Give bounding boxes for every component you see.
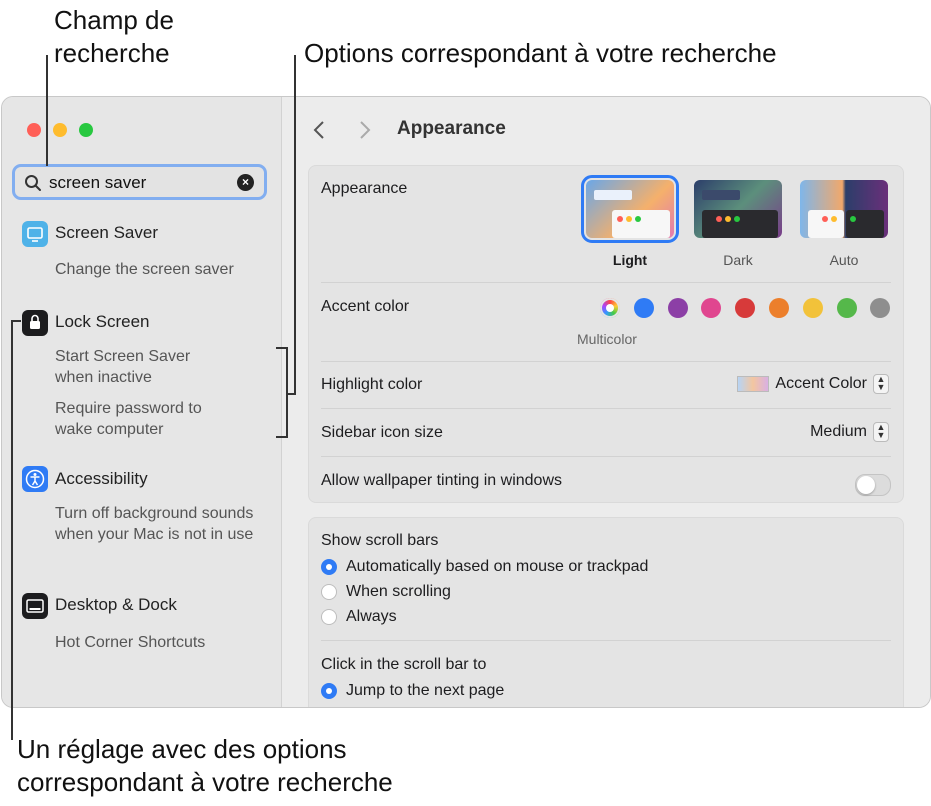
- callout-setting-with-options: Un réglage avec des options correspondan…: [17, 734, 393, 797]
- bracket-top: [276, 347, 288, 349]
- wallpaper-tinting-label: Allow wallpaper tinting in windows: [321, 472, 563, 489]
- chevron-updown-icon: ▲ ▼: [873, 374, 889, 394]
- accent-blue-swatch[interactable]: [634, 298, 654, 318]
- highlight-color-swatch: [737, 376, 770, 392]
- search-input[interactable]: screen saver: [49, 173, 146, 193]
- clear-search-icon[interactable]: ×: [237, 174, 254, 191]
- sidebar-icon-size-popup[interactable]: Medium ▲ ▼: [810, 422, 889, 442]
- accent-pink-swatch[interactable]: [701, 298, 721, 318]
- search-icon: [25, 175, 41, 191]
- leader-setting-tick: [11, 320, 21, 322]
- bracket-matching-options: [286, 347, 288, 437]
- desktop-dock-icon: [22, 593, 48, 619]
- jump-next-page-label: Jump to the next page: [346, 682, 505, 699]
- bracket-bottom: [276, 436, 288, 438]
- back-icon[interactable]: [312, 119, 326, 148]
- highlight-color-value: Accent Color: [775, 375, 867, 393]
- accent-multicolor-swatch[interactable]: [600, 298, 620, 318]
- search-field[interactable]: screen saver ×: [12, 164, 267, 200]
- page-title: Appearance: [397, 118, 506, 139]
- option-change-screen-saver[interactable]: Change the screen saver: [55, 259, 270, 280]
- divider: [321, 361, 891, 362]
- radio-scroll-always[interactable]: [321, 609, 337, 625]
- divider: [321, 408, 891, 409]
- accent-yellow-swatch[interactable]: [803, 298, 823, 318]
- appearance-auto-label: Auto: [829, 252, 859, 268]
- sidebar: screen saver × Screen Saver Change the s…: [2, 97, 282, 707]
- accent-red-swatch[interactable]: [735, 298, 755, 318]
- radio-jump-next-page[interactable]: [321, 683, 337, 699]
- leader-search-field: [46, 55, 48, 166]
- option-turn-off-background-sounds[interactable]: Turn off background sounds when your Mac…: [55, 503, 260, 545]
- accent-purple-swatch[interactable]: [668, 298, 688, 318]
- screen-saver-icon: [22, 221, 48, 247]
- accessibility-icon: [22, 466, 48, 492]
- divider: [321, 456, 891, 457]
- appearance-light-thumbnail[interactable]: [581, 175, 679, 243]
- radio-scroll-when-scrolling[interactable]: [321, 584, 337, 600]
- accent-graphite-swatch[interactable]: [870, 298, 890, 318]
- appearance-dark-label: Dark: [723, 252, 753, 268]
- divider: [321, 282, 891, 283]
- sidebar-icon-size-label: Sidebar icon size: [321, 424, 443, 441]
- lock-icon: [22, 310, 48, 336]
- main-pane: Appearance Appearance Light Dark Auto Ac…: [282, 97, 930, 707]
- accent-color-label: Accent color: [321, 298, 410, 315]
- wallpaper-tinting-toggle[interactable]: [855, 474, 891, 496]
- scroll-auto-label: Automatically based on mouse or trackpad: [346, 558, 649, 575]
- callout-matching-options: Options correspondant à votre recherche: [304, 38, 777, 68]
- leader-setting-with-options: [11, 320, 13, 740]
- sidebar-item-accessibility[interactable]: Accessibility: [55, 469, 148, 489]
- highlight-color-label: Highlight color: [321, 376, 423, 393]
- scroll-bars-card: Show scroll bars Automatically based on …: [308, 517, 904, 707]
- appearance-auto-thumbnail[interactable]: [800, 180, 888, 238]
- scroll-when-scrolling-label: When scrolling: [346, 583, 451, 600]
- radio-scroll-auto[interactable]: [321, 559, 337, 575]
- appearance-card: Appearance Light Dark Auto Accent color …: [308, 165, 904, 503]
- appearance-dark-thumbnail[interactable]: [694, 180, 782, 238]
- sidebar-item-lock-screen[interactable]: Lock Screen: [55, 312, 150, 332]
- toggle-knob: [857, 476, 875, 494]
- scroll-always-label: Always: [346, 608, 397, 625]
- accent-green-swatch[interactable]: [837, 298, 857, 318]
- accent-orange-swatch[interactable]: [769, 298, 789, 318]
- appearance-light-label: Light: [612, 252, 648, 268]
- forward-icon[interactable]: [358, 119, 372, 148]
- highlight-color-popup[interactable]: Accent Color ▲ ▼: [737, 374, 889, 394]
- close-button[interactable]: [27, 123, 41, 137]
- zoom-button[interactable]: [79, 123, 93, 137]
- sidebar-item-desktop-dock[interactable]: Desktop & Dock: [55, 595, 177, 615]
- settings-window: screen saver × Screen Saver Change the s…: [1, 96, 931, 708]
- divider: [321, 640, 891, 641]
- option-start-screen-saver[interactable]: Start Screen Saver when inactive: [55, 346, 215, 388]
- callout-search-field: Champ de recherche: [54, 5, 174, 68]
- minimize-button[interactable]: [53, 123, 67, 137]
- sidebar-item-screen-saver[interactable]: Screen Saver: [55, 223, 158, 243]
- chevron-updown-icon: ▲ ▼: [873, 422, 889, 442]
- option-hot-corner-shortcuts[interactable]: Hot Corner Shortcuts: [55, 632, 270, 653]
- option-require-password[interactable]: Require password to wake computer: [55, 398, 230, 440]
- click-scroll-bar-label: Click in the scroll bar to: [321, 656, 487, 673]
- show-scroll-bars-label: Show scroll bars: [321, 532, 439, 549]
- leader-matching-options: [294, 55, 296, 395]
- bracket-tick: [286, 393, 296, 395]
- appearance-label: Appearance: [321, 180, 408, 197]
- accent-selected-name: Multicolor: [577, 331, 637, 347]
- sidebar-icon-size-value: Medium: [810, 423, 867, 441]
